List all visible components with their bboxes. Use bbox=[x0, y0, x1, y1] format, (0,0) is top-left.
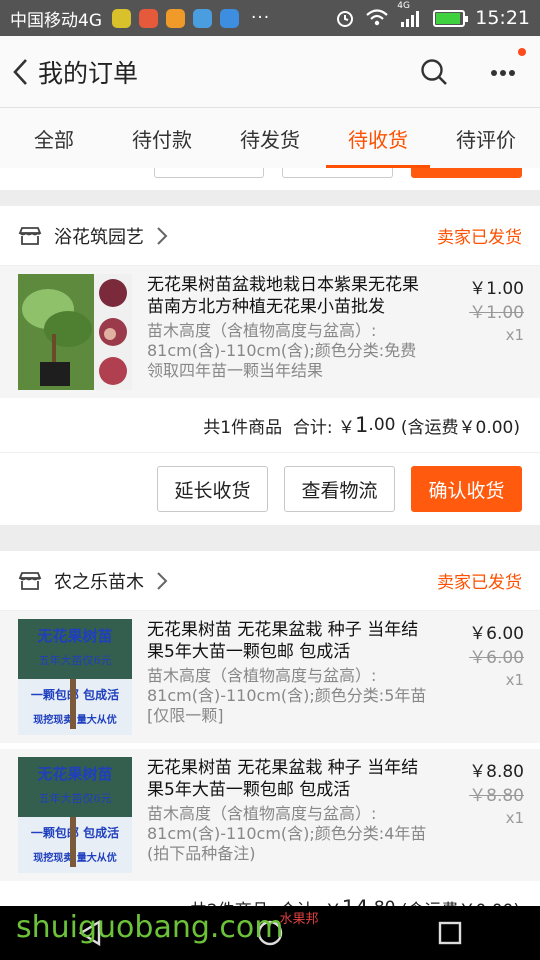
product-title: 无花果树苗 无花果盆栽 种子 当年结果5年大苗一颗包邮 包成活 bbox=[147, 758, 419, 800]
thumbnail-caption: 无花果树苗 bbox=[36, 765, 112, 783]
product-title: 无花果树苗 无花果盆栽 种子 当年结果5年大苗一颗包邮 包成活 bbox=[147, 620, 419, 662]
total-label: 合计: ￥ bbox=[292, 417, 356, 438]
original-price: ￥1.00 bbox=[469, 303, 524, 323]
order-item[interactable]: 无花果树苗盆栽地栽日本紫果无花果苗南方北方种植无花果小苗批发 苗木高度（含植物高… bbox=[0, 266, 540, 398]
product-spec: 苗木高度（含植物高度与盆高）: 81cm(含)-110cm(含);颜色分类:免费… bbox=[147, 321, 417, 380]
product-thumbnail: 无花果树苗 五年大苗仅6元 一颗包邮 包成活 现挖现卖 量大从优 bbox=[18, 619, 132, 735]
tab-pending-shipment[interactable]: 待发货 bbox=[216, 108, 324, 168]
battery-icon bbox=[433, 9, 469, 27]
product-title: 无花果树苗盆栽地栽日本紫果无花果苗南方北方种植无花果小苗批发 bbox=[147, 275, 419, 317]
tab-pending-receipt[interactable]: 待收货 bbox=[324, 108, 432, 168]
thumbnail-caption: 无花果树苗 bbox=[36, 627, 112, 645]
shop-icon bbox=[18, 571, 42, 590]
total-amount-decimal: .80 bbox=[368, 898, 395, 906]
chevron-left-icon bbox=[13, 58, 27, 85]
thumbnail-caption: 五年大苗仅6元 bbox=[39, 653, 112, 667]
item-count: 共1件商品 bbox=[203, 417, 283, 438]
order-summary: 共2件商品 合计: ￥ 14 .80 (含运费￥0.00) bbox=[0, 881, 540, 906]
wifi-icon bbox=[366, 9, 388, 26]
order-card: 农之乐苗木 卖家已发货 无花果树苗 五年大苗仅6元 一颗包邮 包成活 现挖现卖 … bbox=[0, 551, 540, 906]
product-spec: 苗木高度（含植物高度与盆高）: 81cm(含)-110cm(含);颜色分类:4年… bbox=[147, 804, 427, 863]
notification-dot bbox=[518, 48, 526, 56]
total-amount-integer: 1 bbox=[355, 413, 369, 437]
total-amount-integer: 14 bbox=[342, 896, 369, 906]
more-dots-icon bbox=[491, 70, 515, 76]
shipping-fee: (含运费￥0.00) bbox=[401, 896, 520, 907]
extend-receipt-button[interactable]: 延长收货 bbox=[157, 466, 268, 512]
product-spec: 苗木高度（含植物高度与盆高）: 81cm(含)-110cm(含);颜色分类:5年… bbox=[147, 666, 427, 725]
notification-app-icon bbox=[166, 8, 185, 28]
previous-order-button[interactable] bbox=[282, 168, 393, 178]
network-type-label: 4G bbox=[397, 1, 410, 11]
order-item[interactable]: 无花果树苗 五年大苗仅6元 一颗包邮 包成活 现挖现卖 量大从优 无花果树苗 无… bbox=[0, 743, 540, 881]
shop-header[interactable]: 浴花筑园艺 卖家已发货 bbox=[0, 206, 540, 266]
view-logistics-button[interactable]: 查看物流 bbox=[284, 466, 395, 512]
product-quantity: x1 bbox=[505, 326, 524, 344]
watermark: shuiguobang.com水果邦 bbox=[16, 910, 319, 945]
thumbnail-caption: 五年大苗仅6元 bbox=[39, 791, 112, 805]
total-amount-decimal: .00 bbox=[368, 415, 396, 435]
product-price: ￥8.80 bbox=[469, 762, 524, 782]
clock: 15:21 bbox=[475, 7, 530, 29]
product-thumbnail bbox=[18, 274, 132, 390]
shop-header[interactable]: 农之乐苗木 卖家已发货 bbox=[0, 551, 540, 611]
carrier-label: 中国移动4G bbox=[10, 10, 102, 31]
order-status: 卖家已发货 bbox=[437, 573, 522, 593]
product-thumbnail: 无花果树苗 五年大苗仅6元 一颗包邮 包成活 现挖现卖 量大从优 bbox=[18, 757, 132, 873]
status-bar: 中国移动4G ··· 4G 15:21 bbox=[0, 0, 540, 36]
order-list[interactable]: 浴花筑园艺 卖家已发货 无花果树苗盆栽地栽日本紫果无花果苗南方北方种植无花果小苗… bbox=[0, 168, 540, 906]
order-separator bbox=[0, 190, 540, 206]
previous-order-buttons bbox=[0, 168, 540, 190]
watermark-text: shuiguobang.com bbox=[16, 910, 284, 945]
previous-order-button[interactable] bbox=[154, 168, 264, 178]
signal-icon: 4G bbox=[397, 1, 423, 27]
app-header: 我的订单 bbox=[0, 36, 540, 108]
order-card: 浴花筑园艺 卖家已发货 无花果树苗盆栽地栽日本紫果无花果苗南方北方种植无花果小苗… bbox=[0, 206, 540, 525]
product-price: ￥6.00 bbox=[469, 624, 524, 644]
search-icon[interactable] bbox=[420, 58, 448, 86]
tab-pending-review[interactable]: 待评价 bbox=[432, 108, 540, 168]
back-button[interactable] bbox=[2, 36, 38, 108]
order-actions: 延长收货 查看物流 确认收货 bbox=[0, 453, 540, 525]
original-price: ￥8.80 bbox=[469, 786, 524, 806]
order-item[interactable]: 无花果树苗 五年大苗仅6元 一颗包邮 包成活 现挖现卖 量大从优 无花果树苗 无… bbox=[0, 611, 540, 743]
product-quantity: x1 bbox=[505, 671, 524, 689]
product-price: ￥1.00 bbox=[469, 279, 524, 299]
confirm-receipt-button[interactable]: 确认收货 bbox=[411, 466, 522, 512]
order-separator bbox=[0, 525, 540, 551]
order-summary: 共1件商品 合计: ￥ 1 .00 (含运费￥0.00) bbox=[0, 398, 540, 453]
more-menu-button[interactable] bbox=[490, 48, 526, 81]
recent-apps-square-icon[interactable] bbox=[437, 920, 463, 946]
order-tabs: 全部 待付款 待发货 待收货 待评价 bbox=[0, 108, 540, 168]
shop-name: 浴花筑园艺 bbox=[54, 226, 144, 248]
tab-all[interactable]: 全部 bbox=[0, 108, 108, 168]
shop-name: 农之乐苗木 bbox=[54, 571, 144, 593]
watermark-tag: 水果邦 bbox=[279, 912, 319, 927]
item-count: 共2件商品 bbox=[190, 896, 269, 907]
alarm-icon bbox=[337, 11, 354, 27]
previous-order-button[interactable] bbox=[411, 168, 522, 178]
notification-app-icon bbox=[220, 8, 239, 28]
notification-app-icon bbox=[193, 8, 212, 28]
chevron-right-icon bbox=[157, 571, 168, 590]
chevron-right-icon bbox=[157, 226, 168, 245]
order-status: 卖家已发货 bbox=[437, 228, 522, 248]
product-quantity: x1 bbox=[505, 809, 524, 827]
notification-app-icon bbox=[112, 8, 131, 28]
tab-pending-payment[interactable]: 待付款 bbox=[108, 108, 216, 168]
original-price: ￥6.00 bbox=[469, 648, 524, 668]
total-label: 合计: ￥ bbox=[280, 896, 342, 907]
page-title: 我的订单 bbox=[38, 58, 139, 88]
more-notifications-icon: ··· bbox=[251, 8, 271, 28]
notification-app-icon bbox=[139, 8, 158, 28]
shop-icon bbox=[18, 226, 42, 245]
shipping-fee: (含运费￥0.00) bbox=[400, 417, 520, 438]
